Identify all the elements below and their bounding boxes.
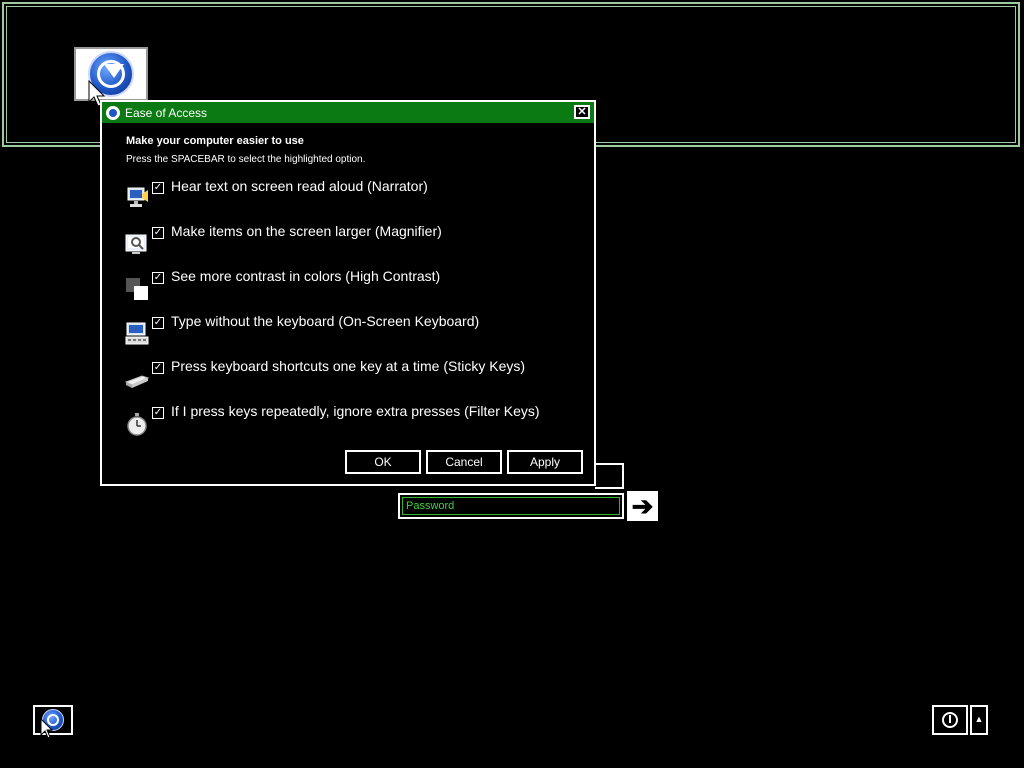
- close-icon: ✕: [577, 106, 587, 118]
- apply-button[interactable]: Apply: [507, 450, 583, 474]
- magnifier-label: Make items on the screen larger (Magnifi…: [171, 223, 442, 239]
- submit-button[interactable]: ➔: [627, 491, 658, 521]
- close-button[interactable]: ✕: [574, 105, 590, 119]
- shutdown-options-button[interactable]: ▲: [970, 705, 988, 735]
- ease-of-access-dialog: Ease of Access ✕ Make your computer easi…: [100, 100, 596, 486]
- narrator-icon: [127, 187, 148, 207]
- checkmark-icon: ✓: [153, 362, 163, 373]
- magnifier-icon: [125, 234, 147, 254]
- dialog-title: Ease of Access: [125, 105, 208, 120]
- password-input[interactable]: [402, 497, 620, 515]
- narrator-label: Hear text on screen read aloud (Narrator…: [171, 178, 428, 194]
- option-sticky-keys[interactable]: ✓ Press keyboard shortcuts one key at a …: [124, 358, 584, 394]
- option-narrator[interactable]: ✓ Hear text on screen read aloud (Narrat…: [124, 178, 584, 214]
- sticky-keys-icon: [124, 375, 150, 388]
- dialog-heading: Make your computer easier to use: [126, 135, 304, 147]
- on-screen-keyboard-label: Type without the keyboard (On-Screen Key…: [171, 313, 480, 329]
- on-screen-keyboard-checkbox[interactable]: ✓: [152, 317, 164, 329]
- high-contrast-label: See more contrast in colors (High Contra…: [171, 268, 441, 284]
- option-high-contrast[interactable]: ✓ See more contrast in colors (High Cont…: [124, 268, 584, 304]
- option-on-screen-keyboard[interactable]: ✓ Type without the keyboard (On-Screen K…: [124, 313, 584, 349]
- narrator-checkbox[interactable]: ✓: [152, 182, 164, 194]
- ease-of-access-icon: [106, 105, 120, 120]
- mouse-cursor-icon: [40, 718, 54, 739]
- sticky-keys-checkbox[interactable]: ✓: [152, 362, 164, 374]
- magnifier-checkbox[interactable]: ✓: [152, 227, 164, 239]
- password-field-frame: [398, 493, 624, 519]
- checkmark-icon: ✓: [153, 407, 163, 418]
- dialog-subheading: Press the SPACEBAR to select the highlig…: [126, 154, 366, 165]
- on-screen-keyboard-icon: [125, 322, 149, 345]
- dialog-titlebar[interactable]: Ease of Access ✕: [102, 102, 594, 123]
- sticky-keys-label: Press keyboard shortcuts one key at a ti…: [171, 358, 526, 374]
- chevron-up-icon: ▲: [974, 714, 984, 724]
- option-magnifier[interactable]: ✓ Make items on the screen larger (Magni…: [124, 223, 584, 259]
- checkmark-icon: ✓: [153, 317, 163, 328]
- checkmark-icon: ✓: [153, 227, 163, 238]
- ok-button[interactable]: OK: [345, 450, 421, 474]
- high-contrast-checkbox[interactable]: ✓: [152, 272, 164, 284]
- high-contrast-icon: [126, 278, 148, 300]
- filter-keys-icon: [127, 413, 147, 436]
- user-tile[interactable]: [74, 47, 148, 101]
- filter-keys-checkbox[interactable]: ✓: [152, 407, 164, 419]
- checkmark-icon: ✓: [153, 182, 163, 193]
- cancel-button[interactable]: Cancel: [426, 450, 502, 474]
- arrow-right-icon: ➔: [631, 490, 654, 521]
- checkmark-icon: ✓: [153, 272, 163, 283]
- option-filter-keys[interactable]: ✓ If I press keys repeatedly, ignore ext…: [124, 403, 584, 439]
- power-icon: [942, 712, 958, 728]
- filter-keys-label: If I press keys repeatedly, ignore extra…: [171, 403, 540, 419]
- shutdown-button[interactable]: [932, 705, 968, 735]
- username-field[interactable]: [595, 463, 624, 489]
